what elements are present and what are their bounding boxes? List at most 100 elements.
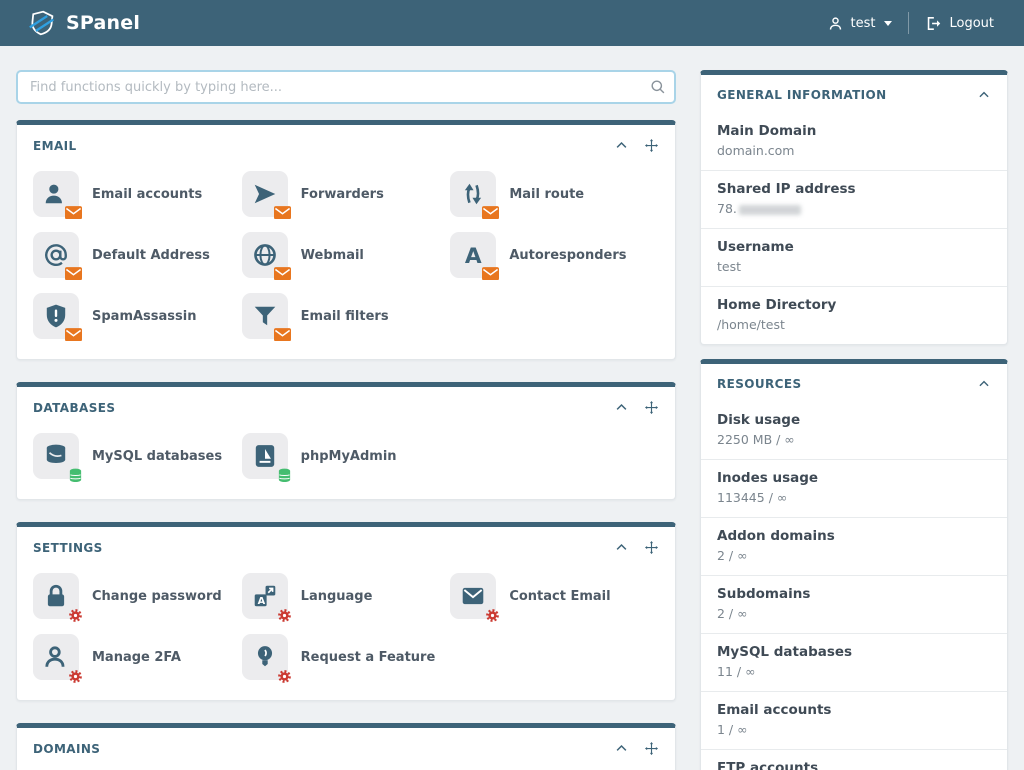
panel-title: GENERAL INFORMATION [717, 88, 887, 102]
navbar-right: test Logout [827, 12, 994, 34]
envelope-gear-icon [450, 573, 496, 619]
envelope-badge-icon [65, 328, 82, 342]
resource-item-subdomains: Subdomains 2 / ∞ [701, 575, 1007, 633]
section-domains: DOMAINS Domains [16, 723, 676, 770]
envelope-badge-icon [274, 267, 291, 281]
general-information-panel: GENERAL INFORMATION Main Domain domain.c… [700, 70, 1008, 345]
gear-badge-icon [68, 608, 83, 623]
gear-badge-icon [277, 669, 292, 684]
sidebar: GENERAL INFORMATION Main Domain domain.c… [700, 70, 1008, 770]
envelope-badge-icon [65, 206, 82, 220]
caret-down-icon [884, 21, 892, 26]
feature-mail-route[interactable]: Mail route [450, 171, 659, 217]
envelope-badge-icon [482, 206, 499, 220]
logout-icon [925, 15, 942, 32]
feature-email-accounts[interactable]: Email accounts [33, 171, 242, 217]
navbar-divider [908, 12, 909, 34]
phpmyadmin-sail-icon [242, 433, 288, 479]
username-label: test [851, 16, 876, 31]
drag-move-icon[interactable] [644, 741, 659, 756]
general-information-header: GENERAL INFORMATION [701, 75, 1007, 113]
feature-contact-email[interactable]: Contact Email [450, 573, 659, 619]
resource-item-addon-domains: Addon domains 2 / ∞ [701, 517, 1007, 575]
resource-item-email-accounts: Email accounts 1 / ∞ [701, 691, 1007, 749]
feature-phpmyadmin[interactable]: phpMyAdmin [242, 433, 451, 479]
section-databases: DATABASES MySQL databases [16, 382, 676, 500]
logout-button[interactable]: Logout [925, 15, 994, 32]
collapse-chevron-icon[interactable] [614, 400, 629, 415]
drag-move-icon[interactable] [644, 400, 659, 415]
section-domains-grid: Domains Subdomains DNS editor [17, 760, 675, 770]
search-icon [649, 78, 666, 95]
feature-webmail[interactable]: Webmail [242, 232, 451, 278]
gear-badge-icon [277, 608, 292, 623]
feature-spamassassin[interactable]: SpamAssassin [33, 293, 242, 339]
database-badge-icon [277, 468, 292, 483]
section-title: SETTINGS [33, 541, 103, 555]
drag-move-icon[interactable] [644, 540, 659, 555]
route-arrows-envelope-icon [450, 171, 496, 217]
collapse-chevron-icon[interactable] [614, 741, 629, 756]
info-item-home-directory: Home Directory /home/test [701, 286, 1007, 344]
drag-move-icon[interactable] [644, 138, 659, 153]
database-cylinder-icon [33, 433, 79, 479]
section-databases-grid: MySQL databases phpMyAdmin [17, 419, 675, 499]
section-title: EMAIL [33, 139, 77, 153]
section-actions [614, 400, 659, 415]
gear-badge-icon [485, 608, 500, 623]
feature-email-filters[interactable]: Email filters [242, 293, 451, 339]
feature-request-a-feature[interactable]: Request a Feature [242, 634, 451, 680]
envelope-badge-icon [274, 206, 291, 220]
envelope-badge-icon [274, 328, 291, 342]
send-envelope-icon [242, 171, 288, 217]
feature-autoresponders[interactable]: Autoresponders [450, 232, 659, 278]
at-sign-envelope-icon [33, 232, 79, 278]
resources-panel: RESOURCES Disk usage 2250 MB / ∞ Inodes … [700, 359, 1008, 770]
section-title: DOMAINS [33, 742, 100, 756]
lightbulb-gear-icon [242, 634, 288, 680]
section-actions [614, 138, 659, 153]
collapse-chevron-icon[interactable] [977, 88, 991, 102]
resource-item-inodes-usage: Inodes usage 113445 / ∞ [701, 459, 1007, 517]
database-badge-icon [68, 468, 83, 483]
collapse-chevron-icon[interactable] [614, 138, 629, 153]
collapse-chevron-icon[interactable] [977, 377, 991, 391]
section-settings: SETTINGS Change password [16, 522, 676, 701]
resources-header: RESOURCES [701, 364, 1007, 402]
collapse-chevron-icon[interactable] [614, 540, 629, 555]
section-settings-grid: Change password Language Contact Email [17, 559, 675, 700]
spanel-logo-icon [28, 9, 56, 37]
brand-name: SPanel [66, 12, 140, 34]
user-menu[interactable]: test [827, 15, 893, 32]
section-actions [614, 741, 659, 756]
gear-badge-icon [68, 669, 83, 684]
feature-manage-2fa[interactable]: Manage 2FA [33, 634, 242, 680]
section-domains-header: DOMAINS [17, 728, 675, 760]
feature-forwarders[interactable]: Forwarders [242, 171, 451, 217]
resource-item-disk-usage: Disk usage 2250 MB / ∞ [701, 402, 1007, 459]
logout-label: Logout [949, 16, 994, 31]
section-actions [614, 540, 659, 555]
top-navbar: SPanel test Logout [0, 0, 1024, 46]
resource-item-ftp-accounts: FTP accounts 1 / ∞ [701, 749, 1007, 770]
envelope-badge-icon [65, 267, 82, 281]
feature-mysql-databases[interactable]: MySQL databases [33, 433, 242, 479]
feature-language[interactable]: Language [242, 573, 451, 619]
feature-change-password[interactable]: Change password [33, 573, 242, 619]
panel-title: RESOURCES [717, 377, 802, 391]
section-email-header: EMAIL [17, 125, 675, 157]
padlock-gear-icon [33, 573, 79, 619]
feature-default-address[interactable]: Default Address [33, 232, 242, 278]
info-item-main-domain: Main Domain domain.com [701, 113, 1007, 170]
envelope-badge-icon [482, 267, 499, 281]
redacted-ip-blur [739, 205, 801, 215]
section-title: DATABASES [33, 401, 115, 415]
function-search [16, 70, 676, 104]
section-databases-header: DATABASES [17, 387, 675, 419]
main-content: EMAIL Email accounts [16, 70, 676, 770]
translate-gear-icon [242, 573, 288, 619]
section-settings-header: SETTINGS [17, 527, 675, 559]
section-email: EMAIL Email accounts [16, 120, 676, 360]
resource-item-mysql-databases: MySQL databases 11 / ∞ [701, 633, 1007, 691]
search-input[interactable] [16, 70, 676, 104]
